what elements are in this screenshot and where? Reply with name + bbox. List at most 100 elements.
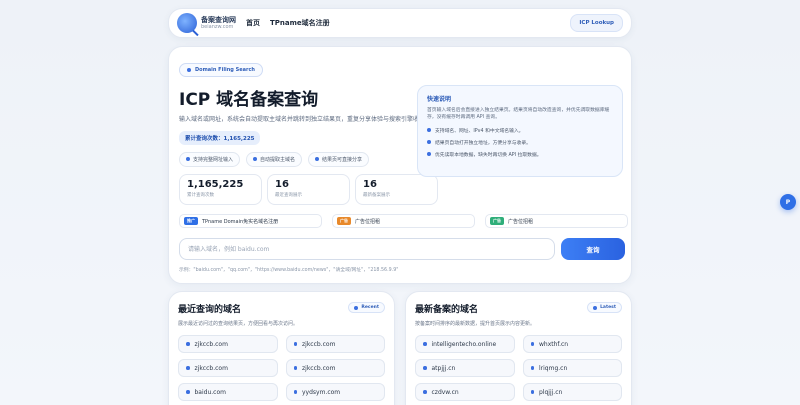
quick-guide-item: 优先读取本地数据，缺失时再切换 API 拉取数据。 xyxy=(427,151,613,158)
floating-action-button[interactable]: P xyxy=(780,194,796,210)
stat-label: 累计查询次数 xyxy=(187,192,214,198)
item-dot-icon xyxy=(423,366,427,370)
feature-dot-icon xyxy=(186,157,190,162)
bullet-dot-icon xyxy=(427,140,431,145)
quick-guide-item: 结果页自动打开独立地址，方便分享与收录。 xyxy=(427,139,613,146)
list-item[interactable]: atpjjj.cn xyxy=(415,359,515,377)
site-name: 备案查询网 xyxy=(201,15,236,24)
quick-guide-panel: 快速说明 首页输入域名后会直接进入独立结果页。结果页将自动改造查询，并优先调取数… xyxy=(417,85,623,177)
search-row: 查询 xyxy=(179,238,625,260)
badge-label: Recent xyxy=(361,305,379,310)
search-button[interactable]: 查询 xyxy=(561,238,625,260)
recent-badge: Recent xyxy=(348,302,385,313)
list-item[interactable]: intelligentecho.online xyxy=(415,335,515,353)
item-dot-icon xyxy=(423,342,427,346)
feature-label: 自动提取主域名 xyxy=(260,156,296,163)
item-dot-icon xyxy=(423,390,427,394)
latest-badge: Latest xyxy=(587,302,622,313)
quick-guide-text: 支持域名、网址、IPv4 和中文域名输入。 xyxy=(435,128,524,134)
item-dot-icon xyxy=(186,342,190,346)
quick-guide-text: 结果页自动打开独立地址，方便分享与收录。 xyxy=(435,140,531,146)
promo-text: TPname Domain免实名域名注册 xyxy=(202,218,279,225)
promo-links: 推广 TPname Domain免实名域名注册 广告 广告位招租 广告 广告位招… xyxy=(179,214,628,228)
site-domain: beianzw.com xyxy=(201,23,234,30)
domain-text: zjkccb.com xyxy=(194,340,228,348)
feature-label: 结果页可直接分享 xyxy=(322,156,363,163)
pill-label: Domain Filing Search xyxy=(195,67,255,73)
list-item[interactable]: zjkccb.com xyxy=(285,359,385,377)
domain-text: lriqmg.cn xyxy=(539,364,568,372)
latest-title: 最新备案的域名 xyxy=(415,305,479,315)
stat-label: 最近查询展示 xyxy=(275,192,302,198)
item-dot-icon xyxy=(530,366,534,370)
list-item[interactable]: zjkccb.com xyxy=(178,359,278,377)
latest-header: 最新备案的域名 按备案时间排序的最新数据，提升首页展示内容更新。 Latest xyxy=(415,302,622,327)
stat-recent-shown: 16 最近查询展示 xyxy=(267,173,350,205)
domain-text: zjkccb.com xyxy=(302,364,336,372)
list-item[interactable]: czdvw.cn xyxy=(415,383,515,401)
domain-text: intelligentecho.online xyxy=(431,340,497,348)
latest-description: 按备案时间排序的最新数据，提升首页展示内容更新。 xyxy=(415,321,536,327)
list-item[interactable]: whxthf.cn xyxy=(522,335,622,353)
item-dot-icon xyxy=(293,342,297,346)
latest-domain-list: intelligentecho.online whxthf.cn atpjjj.… xyxy=(415,335,622,401)
ad-text: 广告位招租 xyxy=(355,218,381,225)
item-dot-icon xyxy=(186,390,190,394)
list-item[interactable]: lriqmg.cn xyxy=(522,359,622,377)
domain-text: atpjjj.cn xyxy=(431,364,456,372)
icp-lookup-button[interactable]: ICP Lookup xyxy=(570,14,623,32)
ad-slot-link[interactable]: 广告 广告位招租 xyxy=(332,214,475,228)
list-item[interactable]: zjkccb.com xyxy=(178,335,278,353)
search-logo-icon[interactable] xyxy=(177,13,197,33)
badge-dot-icon xyxy=(593,305,598,310)
recent-description: 展示最近访问过的查询结果页，方便回看与再次访问。 xyxy=(178,321,299,327)
stat-value: 16 xyxy=(363,178,377,190)
ad-text: 广告位招租 xyxy=(508,218,534,225)
stats-row: 1,165,225 累计查询次数 16 最近查询展示 16 最新备案展示 xyxy=(179,173,621,205)
domain-text: zjkccb.com xyxy=(302,340,336,348)
nav-tpname-register[interactable]: TPname域名注册 xyxy=(270,18,330,28)
stat-label: 最新备案展示 xyxy=(363,192,390,198)
feature-label: 支持完整网址输入 xyxy=(193,156,234,163)
search-examples: 示例："baidu.com"，"qq.com"，"https://www.bai… xyxy=(179,268,399,273)
top-header: 备案查询网 beianzw.com 首页 TPname域名注册 ICP Look… xyxy=(168,8,632,38)
hero-section: Domain Filing Search ICP 域名备案查询 输入域名或网址，… xyxy=(168,46,632,284)
bullet-dot-icon xyxy=(427,128,431,133)
nav-home[interactable]: 首页 xyxy=(246,18,260,28)
list-item[interactable]: baidu.com xyxy=(178,383,278,401)
domain-search-input[interactable] xyxy=(179,238,555,260)
feature-item: 自动提取主域名 xyxy=(246,151,303,167)
list-item[interactable]: plqjjj.cn xyxy=(522,383,622,401)
ad-slot-link[interactable]: 广告 广告位招租 xyxy=(485,214,628,228)
item-dot-icon xyxy=(293,366,297,370)
quick-guide-description: 首页输入域名后会直接进入独立结果页。结果页将自动改造查询，并优先调取数据库缓存，… xyxy=(427,108,610,121)
stat-latest-shown: 16 最新备案展示 xyxy=(355,173,438,205)
domain-text: whxthf.cn xyxy=(539,340,569,348)
feature-dot-icon xyxy=(315,157,320,162)
ad-tag: 广告 xyxy=(337,217,351,225)
domain-text: yydsym.com xyxy=(302,388,341,396)
promo-link-tpname[interactable]: 推广 TPname Domain免实名域名注册 xyxy=(179,214,322,228)
promo-tag: 推广 xyxy=(184,217,198,225)
stat-total-queries: 1,165,225 累计查询次数 xyxy=(179,173,262,205)
feature-dot-icon xyxy=(253,157,258,162)
query-count-badge: 累计查询次数：1,165,225 xyxy=(179,130,261,145)
feature-item: 支持完整网址输入 xyxy=(179,151,241,167)
quick-guide-item: 支持域名、网址、IPv4 和中文域名输入。 xyxy=(427,127,613,134)
badge-dot-icon xyxy=(354,305,359,310)
item-dot-icon xyxy=(530,342,534,346)
recent-domain-list: zjkccb.com zjkccb.com zjkccb.com zjkccb.… xyxy=(178,335,385,401)
item-dot-icon xyxy=(530,390,534,394)
list-item[interactable]: yydsym.com xyxy=(285,383,385,401)
ad-tag: 广告 xyxy=(490,217,504,225)
stat-value: 16 xyxy=(275,178,289,190)
quick-guide-list: 支持域名、网址、IPv4 和中文域名输入。 结果页自动打开独立地址，方便分享与收… xyxy=(427,127,613,158)
recent-header: 最近查询的域名 展示最近访问过的查询结果页，方便回看与再次访问。 Recent xyxy=(178,302,385,327)
stat-value: 1,165,225 xyxy=(187,178,244,190)
site-logo[interactable]: 备案查询网 beianzw.com xyxy=(201,15,236,30)
list-item[interactable]: zjkccb.com xyxy=(285,335,385,353)
feature-item: 结果页可直接分享 xyxy=(308,151,370,167)
recent-queries-card: 最近查询的域名 展示最近访问过的查询结果页，方便回看与再次访问。 Recent … xyxy=(168,291,395,405)
bullet-dot-icon xyxy=(427,152,431,157)
domain-text: zjkccb.com xyxy=(194,364,228,372)
